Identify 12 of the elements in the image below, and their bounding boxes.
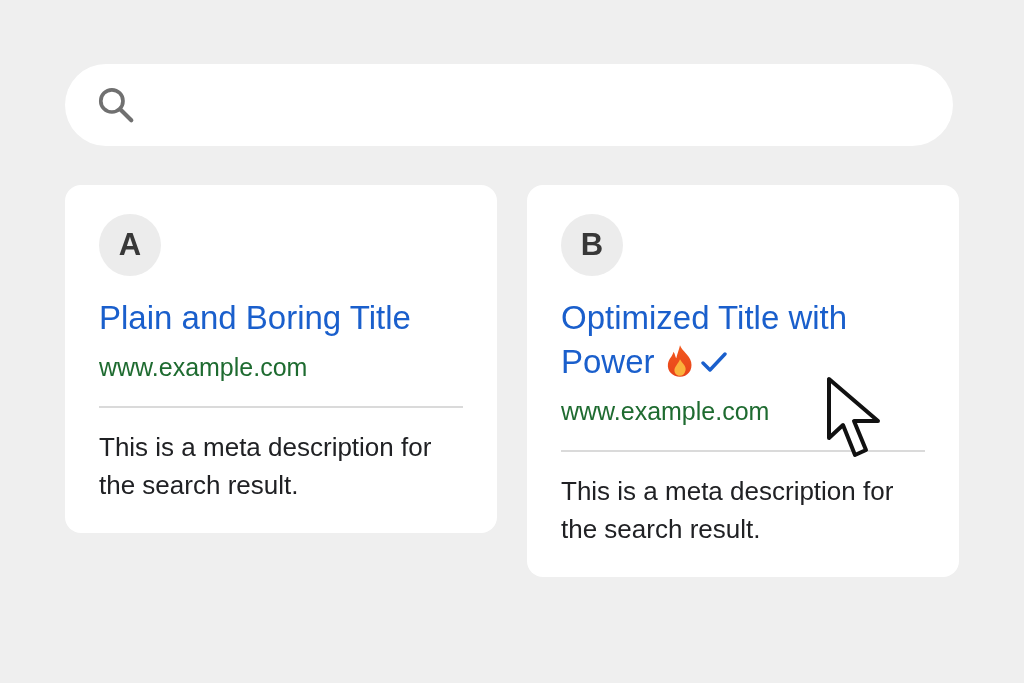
check-icon <box>700 351 727 373</box>
result-url: www.example.com <box>99 352 308 383</box>
variant-badge: B <box>561 214 623 276</box>
cursor-icon <box>826 376 882 460</box>
meta-description: This is a meta description for the search result. <box>561 475 895 546</box>
result-title[interactable]: Plain and Boring Title <box>99 296 411 340</box>
variant-badge: A <box>99 214 161 276</box>
result-title[interactable]: Optimized Title with Power <box>561 296 925 384</box>
fire-icon <box>666 345 693 377</box>
result-url: www.example.com <box>561 396 770 427</box>
search-icon <box>98 86 135 124</box>
meta-description: This is a meta description for the search result. <box>99 431 433 502</box>
